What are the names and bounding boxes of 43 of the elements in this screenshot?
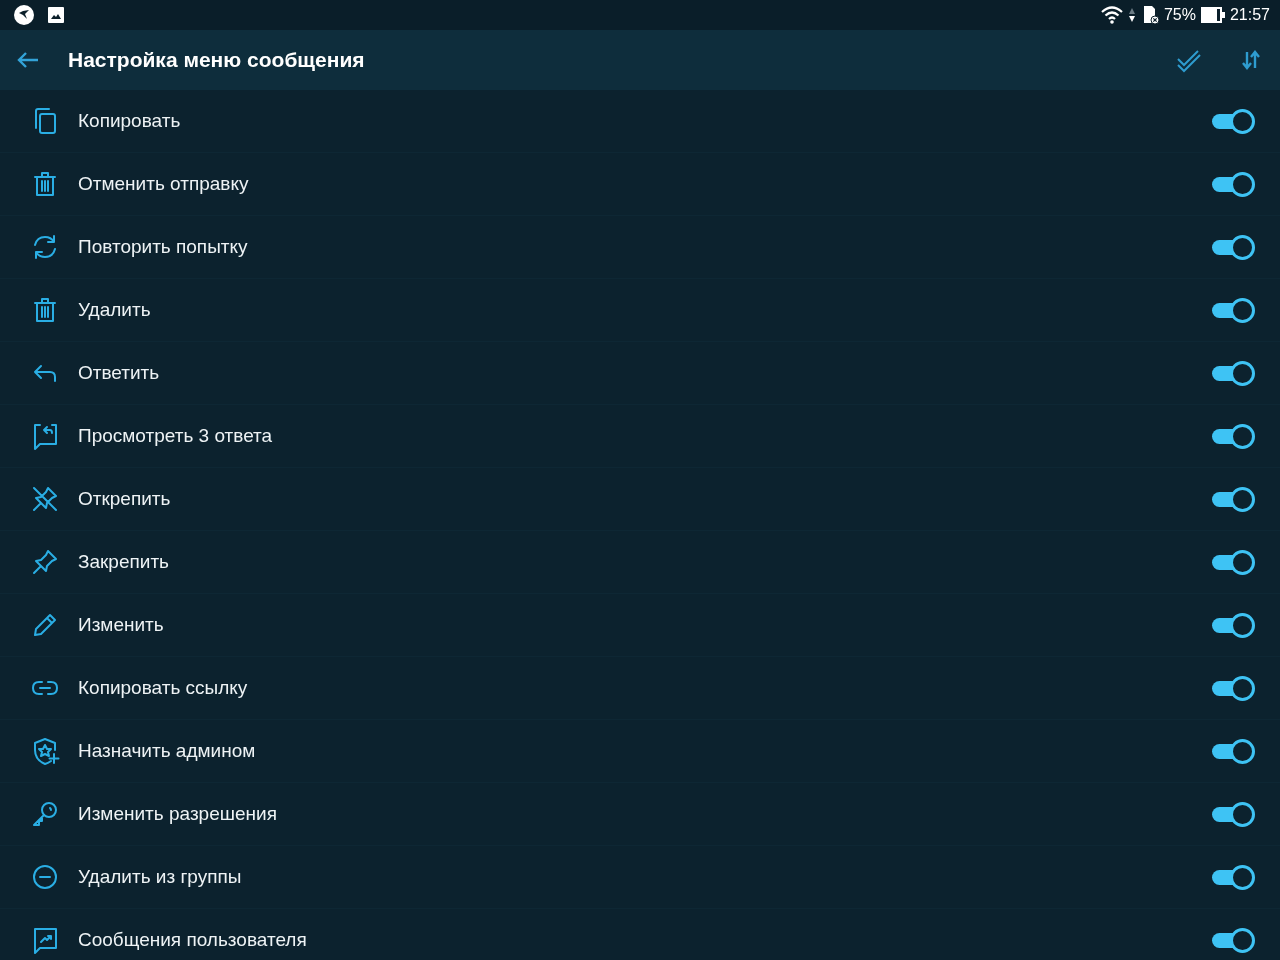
battery-icon bbox=[1199, 6, 1226, 24]
menu-item-label: Удалить bbox=[78, 299, 151, 321]
wifi-icon bbox=[1099, 5, 1124, 25]
screen-title: Настройка меню сообщения bbox=[68, 48, 365, 72]
pin-icon bbox=[30, 547, 60, 577]
toggle-switch[interactable] bbox=[1210, 423, 1254, 449]
toggle-switch[interactable] bbox=[1210, 234, 1254, 260]
toggle-switch[interactable] bbox=[1210, 171, 1254, 197]
menu-item-label: Изменить разрешения bbox=[78, 803, 277, 825]
clock-time: 21:57 bbox=[1229, 6, 1270, 24]
double-check-icon bbox=[1176, 47, 1202, 73]
toggle-switch[interactable] bbox=[1210, 864, 1254, 890]
menu-item-label: Назначить админом bbox=[78, 740, 256, 762]
menu-item-label: Просмотреть 3 ответа bbox=[78, 425, 273, 447]
minus-circle-icon bbox=[30, 862, 60, 892]
menu-item-label: Открепить bbox=[78, 488, 171, 510]
toggle-switch[interactable] bbox=[1210, 612, 1254, 638]
toggle-switch[interactable] bbox=[1210, 738, 1254, 764]
menu-item-label: Копировать ссылку bbox=[78, 677, 248, 699]
toggle-switch[interactable] bbox=[1210, 927, 1254, 953]
menu-item-label: Закрепить bbox=[78, 551, 169, 573]
toggle-switch[interactable] bbox=[1210, 360, 1254, 386]
menu-item-label: Повторить попытку bbox=[78, 236, 248, 258]
data-arrows-icon bbox=[1127, 6, 1136, 24]
menu-item-label: Удалить из группы bbox=[78, 866, 242, 888]
back-arrow-icon bbox=[16, 50, 40, 70]
crossed-pin-icon bbox=[30, 484, 60, 514]
image-icon bbox=[47, 6, 65, 24]
app-notification-icon bbox=[13, 4, 35, 26]
key-icon bbox=[30, 799, 60, 829]
toggle-switch[interactable] bbox=[1210, 108, 1254, 134]
toggle-switch[interactable] bbox=[1210, 549, 1254, 575]
menu-item-label: Отменить отправку bbox=[78, 173, 249, 195]
menu-item-label: Ответить bbox=[78, 362, 160, 384]
menu-item-label: Изменить bbox=[78, 614, 164, 636]
sort-arrows-icon bbox=[1240, 49, 1262, 71]
battery-percent: 75% bbox=[1163, 6, 1196, 24]
toggle-switch[interactable] bbox=[1210, 486, 1254, 512]
menu-item-label: Копировать bbox=[78, 110, 181, 132]
menu-item-label: Сообщения пользователя bbox=[78, 929, 307, 951]
toggle-switch[interactable] bbox=[1210, 801, 1254, 827]
toggle-switch[interactable] bbox=[1210, 297, 1254, 323]
toggle-switch[interactable] bbox=[1210, 675, 1254, 701]
